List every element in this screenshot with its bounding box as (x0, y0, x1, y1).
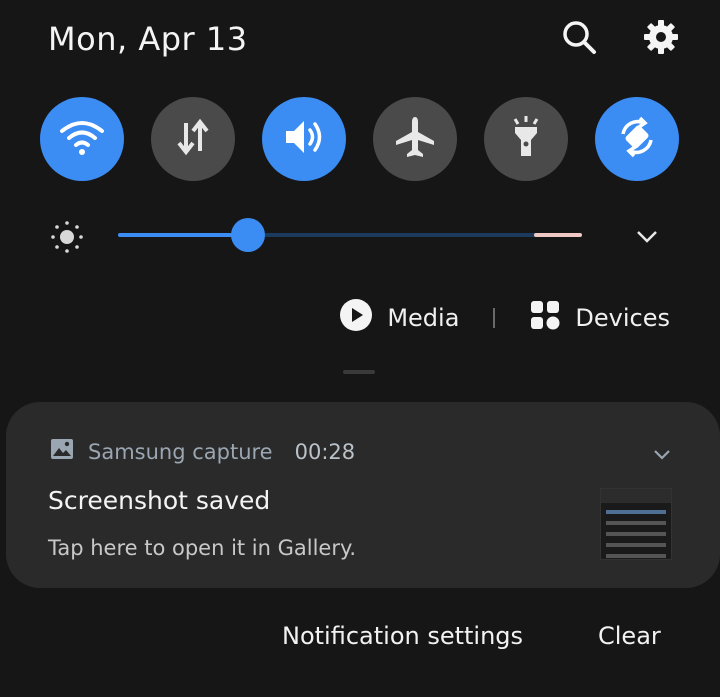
thumbnail-row (606, 532, 666, 536)
wifi-toggle[interactable] (40, 97, 124, 181)
auto-rotate-toggle[interactable] (595, 97, 679, 181)
wifi-icon (58, 117, 106, 161)
thumbnail-row (606, 543, 666, 547)
notification-text: Tap here to open it in Gallery. (48, 536, 357, 560)
brightness-high-zone (534, 233, 582, 237)
notification-footer: Notification settings Clear (0, 620, 720, 660)
thumbnail-row (606, 521, 666, 525)
sound-toggle[interactable] (262, 97, 346, 181)
devices-label: Devices (575, 304, 670, 332)
brightness-slider-thumb[interactable] (230, 218, 265, 252)
volume-icon (280, 115, 328, 163)
brightness-fill (118, 233, 248, 237)
airplane-mode-toggle[interactable] (373, 97, 457, 181)
play-icon (339, 298, 373, 338)
image-icon (50, 438, 74, 465)
flashlight-toggle[interactable] (484, 97, 568, 181)
panel-drag-handle[interactable] (343, 370, 375, 374)
header-actions (560, 18, 680, 56)
media-label: Media (387, 304, 460, 332)
airplane-icon (392, 114, 438, 164)
screenshot-thumbnail (600, 488, 672, 560)
notification-app-name: Samsung capture (88, 439, 273, 464)
mobile-data-toggle[interactable] (151, 97, 235, 181)
data-transfer-icon (171, 115, 215, 163)
media-devices-row: Media Devices (339, 298, 670, 338)
brightness-slider[interactable] (118, 218, 582, 252)
divider (493, 308, 496, 328)
gear-icon[interactable] (642, 18, 680, 56)
notification-time: 00:28 (294, 439, 356, 464)
notification-title: Screenshot saved (48, 486, 271, 515)
chevron-down-icon[interactable] (652, 446, 672, 466)
rotate-icon (614, 114, 660, 164)
flashlight-icon (506, 114, 546, 164)
notification-header: Samsung capture 00:28 (50, 438, 355, 465)
quick-settings-tiles (40, 97, 679, 181)
sun-icon (48, 218, 86, 260)
thumbnail-row (606, 554, 666, 558)
notification-settings-button[interactable]: Notification settings (282, 622, 523, 650)
notification-card[interactable]: Samsung capture 00:28 Screenshot saved T… (6, 402, 720, 588)
notification-panel: Mon, Apr 13 Media Devices Samsung captur… (0, 0, 720, 697)
chevron-down-icon[interactable] (634, 224, 660, 254)
devices-button[interactable]: Devices (529, 299, 670, 337)
date-label: Mon, Apr 13 (48, 20, 248, 58)
media-button[interactable]: Media (339, 298, 459, 338)
search-icon[interactable] (560, 18, 598, 56)
devices-icon (529, 299, 561, 337)
thumbnail-row (606, 510, 666, 514)
brightness-row (0, 210, 720, 262)
thumbnail-header (601, 489, 671, 503)
clear-button[interactable]: Clear (598, 622, 661, 650)
